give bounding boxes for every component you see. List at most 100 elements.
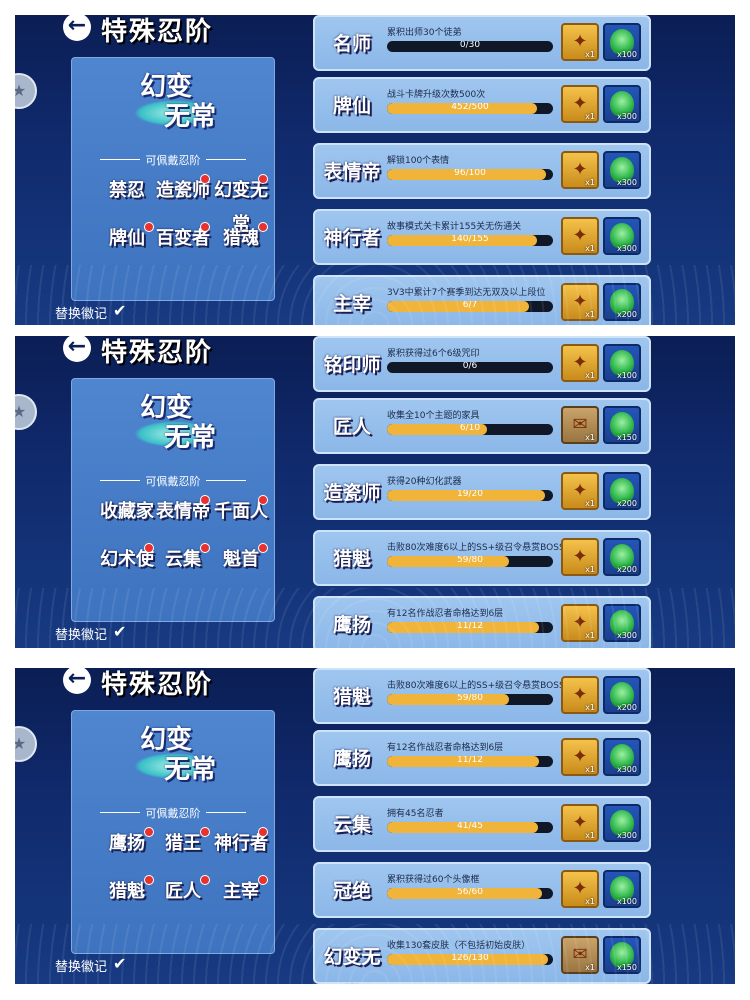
reward-gold-item[interactable]: ✦ x1 <box>561 538 599 576</box>
reward-orb-item[interactable]: x300 <box>603 151 641 189</box>
notification-dot <box>258 222 268 232</box>
reward-orb-item[interactable]: x200 <box>603 538 641 576</box>
badge-slot-label: 鹰扬 <box>109 833 145 854</box>
progress-bar: 11/12 <box>387 622 553 633</box>
achievement-description: 有12名作战忍者命格达到6层 <box>387 609 504 619</box>
badge-text-bottom: 无常 <box>164 423 217 453</box>
reward-gold-item[interactable]: ✦ x1 <box>561 283 599 321</box>
star-icon[interactable]: ★ <box>15 394 37 430</box>
notification-dot <box>200 495 210 505</box>
arrow-left-icon: ← <box>67 336 87 359</box>
checkmark-icon[interactable]: ✔ <box>113 301 126 320</box>
progress-bar: 96/100 <box>387 169 553 180</box>
reward-orb-item[interactable]: x300 <box>603 217 641 255</box>
reward-orb-item[interactable]: x100 <box>603 870 641 908</box>
progress-text: 126/130 <box>451 954 489 963</box>
reward-orb-item[interactable]: x150 <box>603 406 641 444</box>
badge-slot[interactable]: 牌仙 <box>98 222 156 256</box>
badge-slot[interactable]: 幻变无常 <box>212 174 270 235</box>
badge-slot-label: 魁首 <box>223 549 259 570</box>
badge-slot[interactable]: 神行者 <box>212 827 270 861</box>
notification-dot <box>200 543 210 553</box>
reward-count: x100 <box>616 371 637 380</box>
progress-text: 11/12 <box>457 756 483 765</box>
badge-slot-label: 猎魂 <box>223 228 259 249</box>
progress-bar: 41/45 <box>387 822 553 833</box>
progress-bar: 59/80 <box>387 694 553 705</box>
page-title: 特殊忍阶 <box>101 670 214 700</box>
reward-orb-item[interactable]: x300 <box>603 85 641 123</box>
reward-gold-item[interactable]: ✦ x1 <box>561 85 599 123</box>
badge-slot[interactable]: 猎魁 <box>98 875 156 909</box>
reward-count: x300 <box>616 631 637 640</box>
achievement-emblem: 匠人 <box>332 416 371 438</box>
panel-3: ★ ← 特殊忍阶 幻变 无常 可佩戴忍阶 鹰扬 猎王 神行者 猎魁 匠人 主宰 替换徽记 ✔ 猎魁 击败80次… <box>15 668 735 984</box>
star-icon[interactable]: ★ <box>15 726 37 762</box>
reward-scroll-item[interactable]: ✉ x1 <box>561 406 599 444</box>
badge-slot-label: 猎王 <box>165 833 201 854</box>
reward-count: x150 <box>616 433 637 442</box>
reward-orb-item[interactable]: x200 <box>603 283 641 321</box>
badge-slot[interactable]: 云集 <box>154 543 212 577</box>
badge-slot[interactable]: 造瓷师 <box>154 174 212 208</box>
badge-slot[interactable]: 猎王 <box>154 827 212 861</box>
reward-count: x150 <box>616 963 637 972</box>
badge-slot[interactable]: 魁首 <box>212 543 270 577</box>
reward-gold-item[interactable]: ✦ x1 <box>561 23 599 61</box>
reward-orb-item[interactable]: x300 <box>603 738 641 776</box>
achievement-emblem: 猎魁 <box>332 548 371 570</box>
reward-gold-item[interactable]: ✦ x1 <box>561 738 599 776</box>
achievement-row: 表情帝 解锁100个表情 96/100 ✦ x1 x300 <box>313 143 651 199</box>
reward-gold-item[interactable]: ✦ x1 <box>561 870 599 908</box>
reward-gold-item[interactable]: ✦ x1 <box>561 472 599 510</box>
reward-gold-item[interactable]: ✦ x1 <box>561 344 599 382</box>
reward-count: x1 <box>585 499 595 508</box>
checkmark-icon[interactable]: ✔ <box>113 622 126 641</box>
reward-orb-item[interactable]: x200 <box>603 676 641 714</box>
achievement-emblem: 表情帝 <box>323 161 381 183</box>
page-title: 特殊忍阶 <box>101 17 214 47</box>
reward-scroll-item[interactable]: ✉ x1 <box>561 936 599 974</box>
reward-orb-item[interactable]: x100 <box>603 23 641 61</box>
back-button[interactable]: ← <box>63 336 91 362</box>
progress-text: 0/30 <box>459 41 481 50</box>
checkmark-icon[interactable]: ✔ <box>113 954 126 973</box>
achievement-row: 云集 拥有45名忍者 41/45 ✦ x1 x300 <box>313 796 651 852</box>
badge-slot[interactable]: 猎魂 <box>212 222 270 256</box>
badge-slot[interactable]: 收藏家 <box>98 495 156 529</box>
reward-orb-item[interactable]: x150 <box>603 936 641 974</box>
back-button[interactable]: ← <box>63 668 91 694</box>
replace-badge-label: 替换徽记 <box>55 307 108 322</box>
notification-dot <box>200 222 210 232</box>
equip-label: 可佩戴忍阶 <box>100 805 246 821</box>
badge-slot[interactable]: 匠人 <box>154 875 212 909</box>
badge-slot[interactable]: 禁忍 <box>98 174 156 208</box>
progress-text: 0/6 <box>462 362 478 371</box>
reward-orb-item[interactable]: x300 <box>603 804 641 842</box>
achievement-row: 幻变无常收集130套皮肤（不包括初始皮肤） 126/130 ✉x1 x150 <box>313 928 651 984</box>
progress-bar: 452/500 <box>387 103 553 114</box>
star-icon[interactable]: ★ <box>15 73 37 109</box>
reward-gold-item[interactable]: ✦ x1 <box>561 151 599 189</box>
badge-slot[interactable]: 千面人 <box>212 495 270 529</box>
badge-slot[interactable]: 百变者 <box>154 222 212 256</box>
achievement-description: 有12名作战忍者命格达到6层 <box>387 743 504 753</box>
reward-gold-item[interactable]: ✦ x1 <box>561 217 599 255</box>
badge-slot[interactable]: 主宰 <box>212 875 270 909</box>
reward-gold-item[interactable]: ✦ x1 <box>561 604 599 642</box>
reward-gold-item[interactable]: ✦ x1 <box>561 804 599 842</box>
reward-orb-item[interactable]: x300 <box>603 604 641 642</box>
back-button[interactable]: ← <box>63 15 91 41</box>
achievement-description: 故事模式关卡累计155关无伤通关 <box>387 222 522 232</box>
progress-bar: 19/20 <box>387 490 553 501</box>
progress-bar: 0/30 <box>387 41 553 52</box>
badge-slot[interactable]: 鹰扬 <box>98 827 156 861</box>
reward-gold-item[interactable]: ✦ x1 <box>561 676 599 714</box>
reward-orb-item[interactable]: x100 <box>603 344 641 382</box>
badge-slot[interactable]: 幻术使 <box>98 543 156 577</box>
reward-orb-item[interactable]: x200 <box>603 472 641 510</box>
reward-count: x300 <box>616 244 637 253</box>
reward-count: x1 <box>585 112 595 121</box>
badge-slot[interactable]: 表情帝 <box>154 495 212 529</box>
reward-count: x1 <box>585 565 595 574</box>
